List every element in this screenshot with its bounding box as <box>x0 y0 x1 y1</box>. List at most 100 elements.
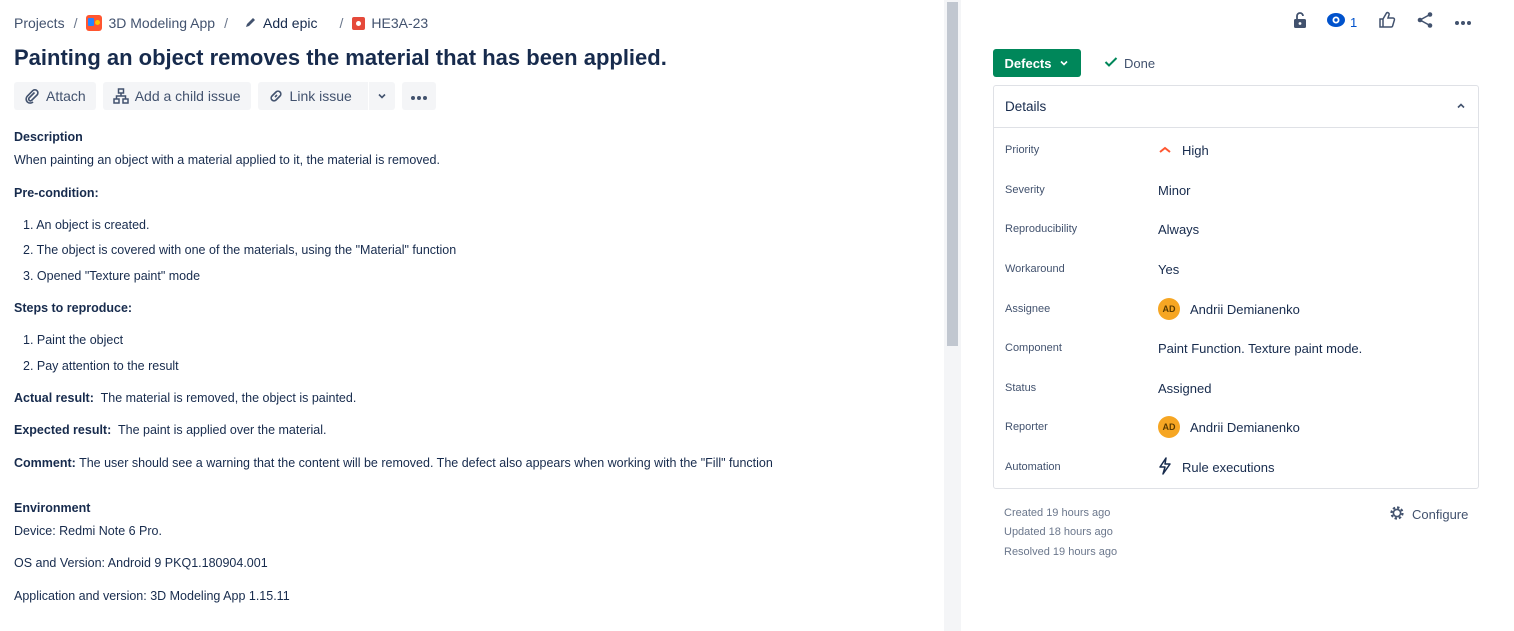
link-icon <box>268 88 284 104</box>
breadcrumb-projects[interactable]: Projects <box>14 15 65 31</box>
environment-os: OS and Version: Android 9 PKQ1.180904.00… <box>14 556 268 570</box>
details-panel: Details Priority High Severity Minor Rep… <box>993 85 1479 489</box>
pencil-icon <box>245 16 257 31</box>
field-value: AD Andrii Demianenko <box>1158 298 1300 320</box>
like-button[interactable] <box>1375 10 1399 34</box>
priority-high-icon <box>1158 143 1172 158</box>
field-reporter[interactable]: Reporter AD Andrii Demianenko <box>994 415 1478 439</box>
field-label: Automation <box>1005 461 1061 473</box>
project-icon <box>86 15 103 31</box>
field-priority[interactable]: Priority High <box>994 138 1478 162</box>
reporter-name: Andrii Demianenko <box>1190 419 1300 435</box>
breadcrumb-project-label: 3D Modeling App <box>108 15 216 31</box>
comment: Comment: The user should see a warning t… <box>14 456 773 470</box>
paperclip-icon <box>24 88 40 104</box>
field-reproducibility[interactable]: Reproducibility Always <box>994 217 1478 241</box>
field-label: Workaround <box>1005 263 1065 275</box>
lock-button[interactable] <box>1288 10 1312 34</box>
automation-link[interactable]: Rule executions <box>1182 460 1275 475</box>
list-item: 2. Pay attention to the result <box>23 359 179 373</box>
issue-side-panel: 1 Defects Done Details Priority High Sev… <box>962 0 1514 631</box>
eye-icon <box>1326 12 1346 33</box>
scrollbar-thumb[interactable] <box>947 2 958 346</box>
field-value: Always <box>1158 221 1200 237</box>
attach-label: Attach <box>46 88 86 104</box>
field-label: Assignee <box>1005 303 1051 315</box>
thumbs-up-icon <box>1378 11 1396 34</box>
list-item: 2. The object is covered with one of the… <box>23 243 457 257</box>
header-actions: 1 <box>1288 10 1489 34</box>
scrollbar[interactable] <box>944 0 961 631</box>
details-heading: Details <box>1005 99 1047 114</box>
field-workaround[interactable]: Workaround Yes <box>994 257 1478 281</box>
link-issue-split-button: Link issue <box>257 82 395 110</box>
priority-value: High <box>1182 142 1209 158</box>
add-child-issue-label: Add a child issue <box>134 88 241 104</box>
field-label: Status <box>1005 382 1037 394</box>
link-issue-dropdown[interactable] <box>367 82 395 110</box>
bug-icon <box>352 16 366 30</box>
environment-app: Application and version: 3D Modeling App… <box>14 589 290 603</box>
description-summary: When painting an object with a material … <box>14 153 440 167</box>
expected-result-value: The paint is applied over the material. <box>118 423 327 437</box>
field-status[interactable]: Status Assigned <box>994 376 1478 400</box>
updated-timestamp: Updated 18 hours ago <box>1004 526 1113 538</box>
watch-button[interactable]: 1 <box>1326 12 1357 33</box>
description-heading: Description <box>14 130 83 144</box>
breadcrumb-separator: / <box>73 15 78 31</box>
resolution: Done <box>1104 56 1155 71</box>
chevron-down-icon <box>377 88 387 104</box>
field-label: Reporter <box>1005 421 1048 433</box>
field-component[interactable]: Component Paint Function. Texture paint … <box>994 336 1478 360</box>
environment-heading: Environment <box>14 501 91 515</box>
issue-title[interactable]: Painting an object removes the material … <box>14 45 667 71</box>
expected-result: Expected result: The paint is applied ov… <box>14 423 326 437</box>
actual-result-value: The material is removed, the object is p… <box>100 391 357 405</box>
breadcrumb-separator: / <box>224 15 228 31</box>
check-icon <box>1104 56 1118 71</box>
field-value: Assigned <box>1158 380 1212 396</box>
breadcrumb-separator: / <box>339 15 344 31</box>
breadcrumb: Projects / 3D Modeling App / Add epic / … <box>14 14 428 32</box>
add-child-issue-button[interactable]: Add a child issue <box>102 82 251 110</box>
breadcrumb-project[interactable]: 3D Modeling App <box>86 15 215 31</box>
avatar: AD <box>1158 416 1180 438</box>
field-assignee[interactable]: Assignee AD Andrii Demianenko <box>994 297 1478 321</box>
avatar: AD <box>1158 298 1180 320</box>
issue-toolbar: Attach Add a child issue Link issue <box>14 82 436 110</box>
watch-count: 1 <box>1350 14 1358 30</box>
attach-button[interactable]: Attach <box>14 82 96 110</box>
share-button[interactable] <box>1413 10 1437 34</box>
issue-key-label: HE3A-23 <box>371 15 429 31</box>
precondition-heading: Pre-condition: <box>14 186 99 200</box>
field-value: AD Andrii Demianenko <box>1158 416 1300 438</box>
list-item: 1. Paint the object <box>23 333 124 347</box>
chevron-up-icon <box>1456 99 1466 114</box>
field-value: High <box>1158 143 1209 158</box>
hierarchy-icon <box>112 88 129 104</box>
gear-icon <box>1388 504 1406 525</box>
resolution-label: Done <box>1124 56 1156 71</box>
link-issue-label: Link issue <box>289 88 352 104</box>
chevron-down-icon <box>1059 56 1069 71</box>
status-dropdown-button[interactable]: Defects <box>993 49 1081 77</box>
breadcrumb-issue-key[interactable]: HE3A-23 <box>352 15 428 31</box>
details-header[interactable]: Details <box>994 86 1478 128</box>
field-label: Component <box>1005 342 1062 354</box>
environment-device: Device: Redmi Note 6 Pro. <box>14 524 162 538</box>
field-automation[interactable]: Automation Rule executions <box>994 455 1478 479</box>
configure-button[interactable]: Configure <box>1388 504 1468 525</box>
list-item: 1. An object is created. <box>23 218 150 232</box>
link-issue-button[interactable]: Link issue <box>258 82 362 110</box>
more-actions-header-button[interactable] <box>1451 10 1475 34</box>
configure-label: Configure <box>1412 507 1469 522</box>
issue-main-pane: Projects / 3D Modeling App / Add epic / … <box>0 0 944 631</box>
actual-result: Actual result: The material is removed, … <box>14 391 356 405</box>
field-severity[interactable]: Severity Minor <box>994 178 1478 202</box>
field-label: Reproducibility <box>1005 223 1078 235</box>
more-icon <box>1454 13 1472 31</box>
share-icon <box>1416 11 1434 34</box>
created-timestamp: Created 19 hours ago <box>1004 507 1111 519</box>
more-actions-button[interactable] <box>401 82 436 110</box>
add-epic-button[interactable]: Add epic <box>245 15 317 31</box>
